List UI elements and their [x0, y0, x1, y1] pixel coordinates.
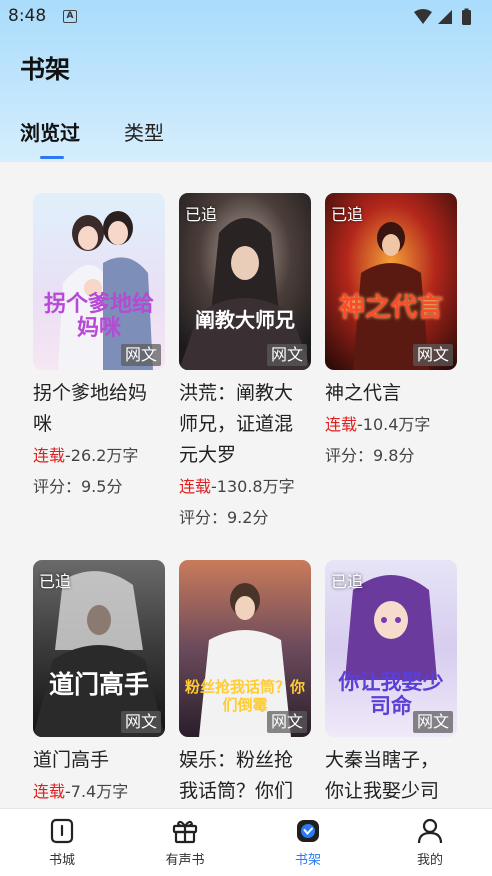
book-card[interactable]: 已追 阐教大师兄 网文 洪荒：阐教大师兄，证道混元大罗 连载-130.8万字 评… [179, 193, 311, 533]
gift-box-icon [172, 820, 198, 844]
serial-status: 连载 [33, 782, 66, 801]
cover-title-text: 道门高手 [48, 670, 149, 699]
book-cover[interactable]: 拐个爹地给妈咪 网文 [33, 193, 165, 370]
status-bar: 8:48 A [0, 0, 492, 34]
book-card[interactable]: 已追 神之代言 网文 神之代言 连载-10.4万字 评分：9.8分 [325, 193, 457, 471]
battery-icon [462, 10, 471, 25]
source-tag: 网文 [412, 344, 453, 366]
book-meta: 连载-7.4万字 [33, 776, 165, 807]
book-title[interactable]: 神之代言 [325, 378, 457, 409]
word-count: -130.8万字 [211, 477, 295, 496]
cover-title-text: 粉丝抢我话筒？你们倒霉 [185, 678, 306, 714]
book-card[interactable]: 已追 道门高手 网文 道门高手 连载-7.4万字 [33, 560, 165, 807]
source-tag: 网文 [120, 711, 161, 733]
book-cover[interactable]: 已追 阐教大师兄 网文 [179, 193, 311, 370]
book-card[interactable]: 粉丝抢我话筒？你们倒霉 网文 娱乐：粉丝抢我话筒？你们 [179, 560, 311, 807]
header: 8:48 A 书架 浏览过 类型 [0, 0, 492, 162]
bookshelf-icon [297, 820, 319, 842]
word-count: -26.2万字 [65, 446, 139, 465]
notification-a-icon: A [63, 10, 77, 23]
source-tag: 网文 [412, 711, 453, 733]
source-tag: 网文 [266, 344, 307, 366]
active-tab-indicator [40, 156, 64, 159]
tab-genre[interactable]: 类型 [124, 117, 164, 146]
serial-status: 连载 [33, 446, 66, 465]
book-card[interactable]: 拐个爹地给妈咪 网文 拐个爹地给妈咪 连载-26.2万字 评分：9.5分 [33, 193, 165, 502]
cover-title-text: 神之代言 [338, 293, 443, 323]
book-meta: 连载-130.8万字 [179, 471, 311, 502]
book-rating: 评分：9.8分 [325, 446, 415, 465]
nav-label: 书架 [294, 853, 321, 868]
bottom-navigation: 书城 有声书 书架 我的 [0, 808, 492, 876]
nav-bookstore[interactable]: 书城 [22, 817, 102, 868]
page-title: 书架 [20, 55, 71, 84]
book-rating: 评分：9.2分 [179, 508, 269, 527]
nav-label: 我的 [416, 853, 443, 868]
serial-status: 连载 [179, 477, 212, 496]
followed-badge: 已追 [331, 205, 364, 224]
book-rating: 评分：9.5分 [33, 477, 123, 496]
book-cover[interactable]: 已追 道门高手 网文 [33, 560, 165, 737]
source-tag: 网文 [266, 711, 307, 733]
person-icon [417, 818, 443, 844]
signal-icon [438, 10, 452, 24]
wifi-icon [414, 9, 432, 24]
cover-title-text: 拐个爹地给妈咪 [43, 292, 154, 341]
book-cover[interactable]: 粉丝抢我话筒？你们倒霉 网文 [179, 560, 311, 737]
book-title[interactable]: 拐个爹地给妈咪 [33, 378, 165, 440]
word-count: -7.4万字 [65, 782, 129, 801]
nav-me[interactable]: 我的 [390, 817, 470, 868]
book-meta: 连载-26.2万字 [33, 440, 165, 471]
bookshelf-grid: 拐个爹地给妈咪 网文 拐个爹地给妈咪 连载-26.2万字 评分：9.5分 已追 … [0, 162, 492, 808]
book-title[interactable]: 道门高手 [33, 745, 165, 776]
nav-audiobooks[interactable]: 有声书 [145, 817, 225, 868]
book-meta: 连载-10.4万字 [325, 409, 457, 440]
book-cover[interactable]: 已追 神之代言 网文 [325, 193, 457, 370]
bookstore-icon [50, 818, 74, 844]
followed-badge: 已追 [185, 205, 218, 224]
system-status-icons [414, 8, 471, 25]
book-cover[interactable]: 已追 你让我娶少司命 网文 [325, 560, 457, 737]
status-time: 8:48 [8, 6, 47, 26]
followed-badge: 已追 [39, 572, 72, 591]
word-count: -10.4万字 [357, 415, 431, 434]
nav-label: 有声书 [165, 853, 205, 868]
nav-label: 书城 [48, 853, 75, 868]
followed-badge: 已追 [331, 572, 364, 591]
book-title[interactable]: 娱乐：粉丝抢我话筒？你们 [179, 745, 311, 807]
serial-status: 连载 [325, 415, 358, 434]
cover-title-text: 阐教大师兄 [195, 308, 295, 332]
book-title[interactable]: 大秦当瞎子，你让我娶少司 [325, 745, 457, 807]
book-title[interactable]: 洪荒：阐教大师兄，证道混元大罗 [179, 378, 311, 471]
nav-bookshelf[interactable]: 书架 [268, 817, 348, 868]
source-tag: 网文 [120, 344, 161, 366]
tab-browsed[interactable]: 浏览过 [20, 117, 80, 146]
book-card[interactable]: 已追 你让我娶少司命 网文 大秦当瞎子，你让我娶少司 [325, 560, 457, 807]
